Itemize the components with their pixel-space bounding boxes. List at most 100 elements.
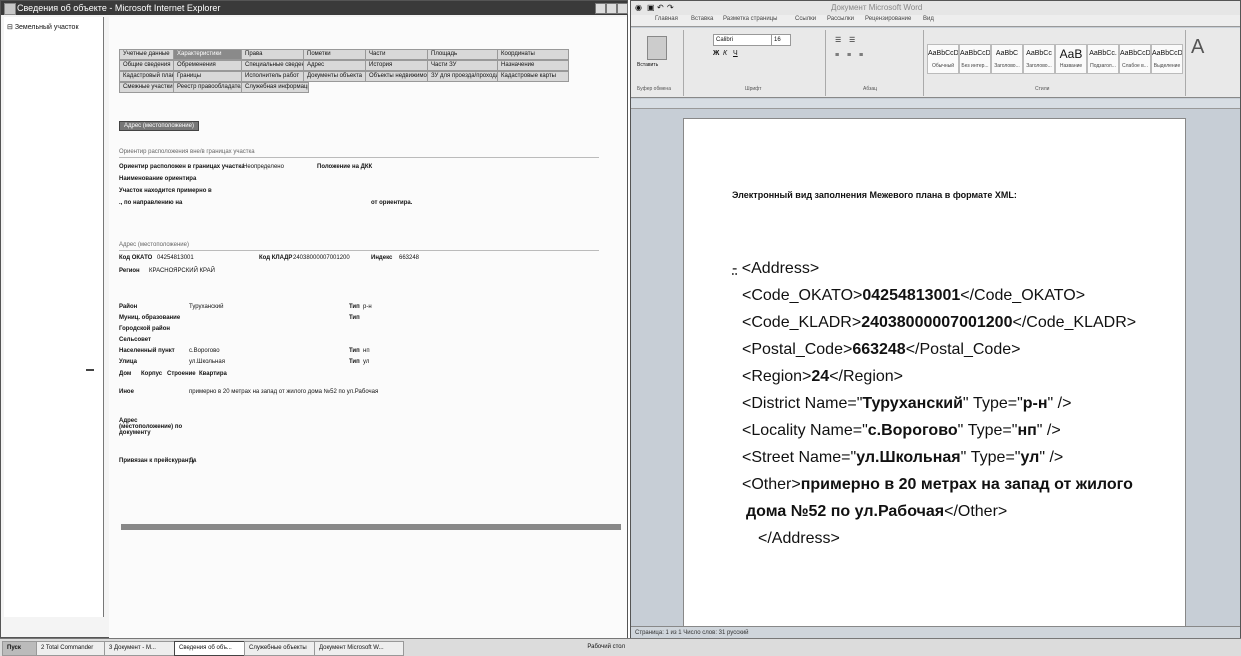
tab-cadastral-maps[interactable]: Кадастровые карты (497, 71, 569, 82)
address-section-button[interactable]: Адрес (местоположение) (119, 121, 199, 131)
align-left-icon[interactable]: ≡ (835, 52, 839, 59)
style-heading-1[interactable]: AaBbC Заголово... (991, 44, 1023, 74)
tab-contractor[interactable]: Исполнитель работ (241, 71, 309, 82)
bold-icon[interactable]: Ж (713, 50, 719, 57)
tab-service-info[interactable]: Служебная информация (241, 82, 309, 93)
tab-address[interactable]: Адрес (303, 60, 371, 71)
clipboard-group: Вставить Буфер обмена (633, 30, 684, 96)
tree-node-land-plot[interactable]: ⊟ Земельный участок (7, 23, 79, 31)
index-label: Индекс (371, 255, 393, 261)
xml-tag: <Other> (742, 476, 801, 493)
tab-history[interactable]: История (365, 60, 433, 71)
taskbar-item-document[interactable]: 3 Документ - M... (104, 641, 180, 656)
collapse-icon[interactable]: - (732, 260, 737, 277)
align-right-icon[interactable]: ≡ (859, 52, 863, 59)
taskbar-item-word[interactable]: Документ Microsoft W... (314, 641, 404, 656)
style-title[interactable]: AaB Название (1055, 44, 1087, 74)
region-value: КРАСНОЯРСКИЙ КРАЙ (149, 268, 215, 274)
style-normal[interactable]: AaBbCcDc Обычный (927, 44, 959, 74)
tab-adjacent-plots[interactable]: Смежные участки (119, 82, 179, 93)
office-button-icon[interactable]: ◉ (635, 1, 642, 15)
orient-direction-label: ., по направлению на (119, 200, 183, 206)
tab-real-estate-objects[interactable]: Объекты недвижимости (365, 71, 433, 82)
xml-line-other: <Other>примерно в 20 метрах на запад от … (742, 476, 1133, 494)
font-size-select[interactable]: 16 (771, 34, 791, 46)
font-name-select[interactable]: Calibri (713, 34, 773, 46)
minimize-icon[interactable] (595, 3, 606, 14)
tab-notes[interactable]: Пометки (303, 49, 371, 60)
tab-coordinates[interactable]: Координаты (497, 49, 569, 60)
bullets-icon[interactable]: ☰ (835, 36, 841, 44)
tab-rightholders-registry[interactable]: Реестр правообладателей (173, 82, 247, 93)
tab-encumbrances[interactable]: Обременения (173, 60, 247, 71)
system-tray[interactable]: Рабочий стол (505, 641, 629, 654)
taskbar-item-total-commander[interactable]: 2 Total Commander (36, 641, 110, 656)
ribbon-tab-home[interactable]: Главная (655, 16, 678, 22)
xml-tag: </Code_OKATO> (960, 287, 1086, 304)
ribbon-tab-review[interactable]: Рецензирование (865, 16, 911, 22)
paragraph-group: ☰ ☰ ≡ ≡ ≡ Абзац (827, 30, 924, 96)
ribbon-tab-mailings[interactable]: Рассылки (827, 16, 854, 22)
style-subtitle[interactable]: AaBbCc. Подзагол... (1087, 44, 1119, 74)
paragraph-group-label: Абзац (863, 86, 878, 92)
style-heading-2[interactable]: AaBbCc Заголово... (1023, 44, 1055, 74)
change-styles-icon[interactable]: A (1191, 36, 1204, 59)
style-no-spacing[interactable]: AaBbCcDc Без интер... (959, 44, 991, 74)
tab-rights[interactable]: Права (241, 49, 309, 60)
tab-plot-parts[interactable]: Части ЗУ (427, 60, 503, 71)
style-subtle-emphasis[interactable]: AaBbCcDc Слабое в... (1119, 44, 1151, 74)
tab-access-plots[interactable]: ЗУ для проезда/прохода (427, 71, 503, 82)
tab-special-info[interactable]: Специальные сведения (241, 60, 309, 71)
underline-icon[interactable]: Ч (733, 50, 738, 57)
district-label: Район (119, 304, 138, 310)
close-icon[interactable] (617, 3, 628, 14)
tab-registration-data[interactable]: Учетные данные (119, 49, 179, 60)
xml-tag: <Code_OKATO> (742, 287, 863, 304)
maximize-icon[interactable] (606, 3, 617, 14)
orient-name-label: Наименование ориентира (119, 176, 197, 182)
xml-line-street: <Street Name="ул.Школьная" Type="ул" /> (742, 449, 1063, 467)
tab-parts[interactable]: Части (365, 49, 433, 60)
tab-characteristics[interactable]: Характеристики (173, 49, 247, 60)
xml-line-other-cont: дома №52 по ул.Рабочая</Other> (746, 503, 1007, 521)
align-center-icon[interactable]: ≡ (847, 52, 851, 59)
ribbon-tab-insert[interactable]: Вставка (691, 16, 713, 22)
undo-icon[interactable]: ↶ (657, 1, 664, 15)
cityarea-label: Городской район (119, 326, 171, 332)
muni-type-label: Тип (349, 315, 360, 321)
document-page[interactable]: Электронный вид заполнения Межевого план… (683, 118, 1186, 638)
style-emphasis[interactable]: AaBbCcDc Выделение (1151, 44, 1183, 74)
building-label: Строение (167, 371, 196, 377)
xml-tag: <Postal_Code> (742, 341, 853, 358)
taskbar-item-object-info[interactable]: Сведения об объ... (174, 641, 250, 656)
divider (119, 250, 599, 251)
redo-icon[interactable]: ↷ (667, 1, 674, 15)
doc-address-label: Адрес (местоположение) по документу (119, 418, 183, 436)
xml-line-postal: <Postal_Code>663248</Postal_Code> (742, 341, 1020, 359)
tab-cadastral-plan[interactable]: Кадастровый план (119, 71, 179, 82)
word-title-bar[interactable]: ◉ ▣ ↶ ↷ Документ Microsoft Word (631, 1, 1240, 15)
tab-purpose[interactable]: Назначение (497, 60, 569, 71)
divider (119, 157, 599, 158)
tab-boundaries[interactable]: Границы (173, 71, 247, 82)
tab-object-documents[interactable]: Документы объекта (303, 71, 371, 82)
save-icon[interactable]: ▣ (647, 1, 655, 15)
tab-area[interactable]: Площадь (427, 49, 503, 60)
ie-title-bar[interactable]: Сведения об объекте - Microsoft Internet… (1, 1, 628, 15)
ribbon-tab-layout[interactable]: Разметка страницы (723, 16, 777, 22)
tab-general-info[interactable]: Общие сведения (119, 60, 179, 71)
taskbar-item-service[interactable]: Служебные объекты (244, 641, 320, 656)
numbering-icon[interactable]: ☰ (849, 36, 855, 44)
paste-icon[interactable] (647, 36, 667, 60)
xml-line-district: <District Name="Туруханский" Type="р-н" … (742, 395, 1071, 413)
region-value: 24 (811, 368, 830, 385)
style-sample: AaBbCcDc (1152, 50, 1183, 57)
ruler[interactable] (631, 99, 1240, 109)
xml-tag: <Locality Name=" (742, 422, 868, 439)
xml-tag: <District Name=" (742, 395, 863, 412)
ribbon-tab-references[interactable]: Ссылки (795, 16, 816, 22)
ribbon-tab-view[interactable]: Вид (923, 16, 934, 22)
street-type-label: Тип (349, 359, 360, 365)
italic-icon[interactable]: К (723, 50, 727, 57)
xml-tag: <Street Name=" (742, 449, 857, 466)
